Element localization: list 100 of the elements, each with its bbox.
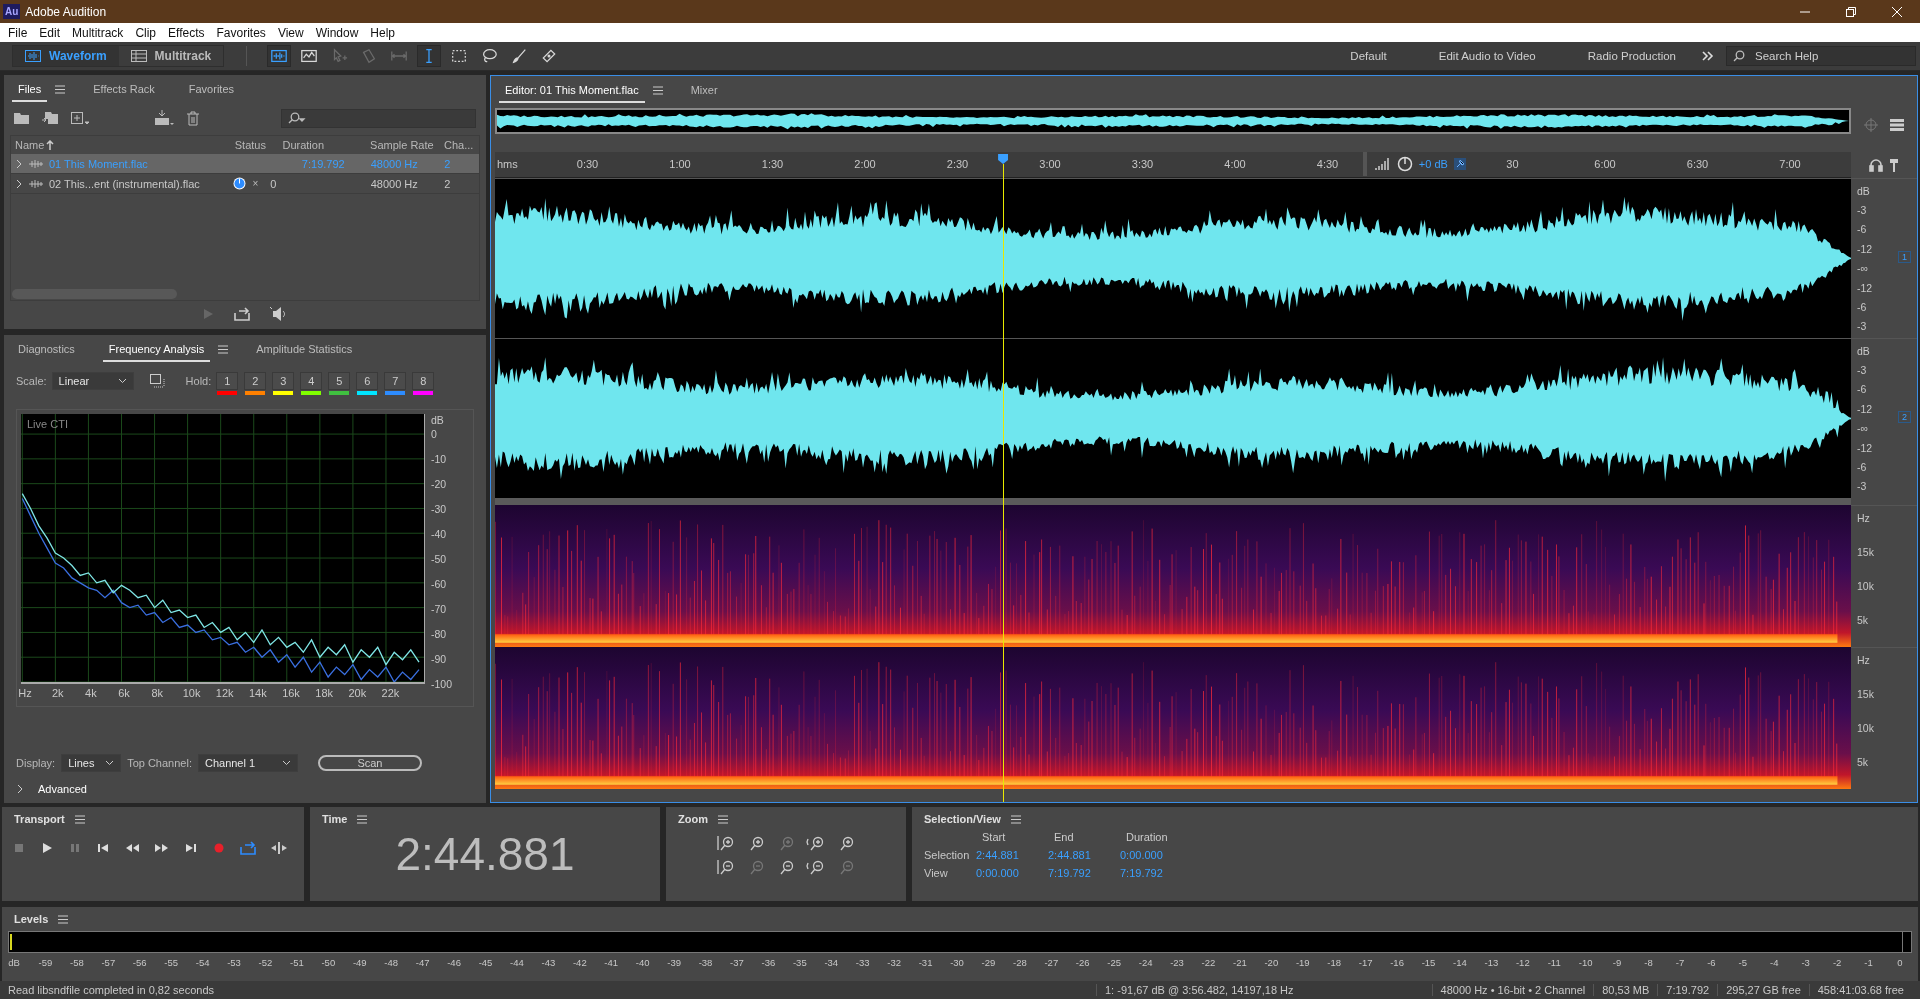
overview-waveform[interactable]	[495, 108, 1851, 134]
new-file-icon[interactable]	[70, 111, 90, 125]
menu-item[interactable]: File	[2, 23, 34, 42]
time-value-field[interactable]: 7:19.792	[1048, 867, 1120, 879]
pin-icon[interactable]	[1453, 158, 1466, 170]
column-header[interactable]: Sample Rate	[366, 139, 440, 151]
meter-label: -15	[1421, 957, 1436, 968]
panel-tab[interactable]: Editor: 01 This Moment.flac	[499, 77, 645, 103]
loop-icon[interactable]	[240, 841, 256, 855]
skip-forward-icon[interactable]	[184, 841, 198, 855]
pin-icon[interactable]	[1889, 158, 1899, 172]
menu-item[interactable]: Multitrack	[66, 23, 130, 42]
menu-item[interactable]: Window	[309, 23, 365, 42]
menu-icon[interactable]	[357, 814, 368, 824]
menu-icon[interactable]	[55, 84, 66, 94]
mode-button[interactable]: Multitrack	[118, 46, 224, 66]
skip-icon[interactable]	[270, 841, 288, 855]
waveform-drawing[interactable]	[495, 179, 1851, 338]
trash-icon[interactable]	[186, 110, 200, 126]
workspace-tab[interactable]: Edit Audio to Video	[1412, 50, 1562, 62]
menu-item[interactable]: Effects	[162, 23, 211, 42]
scale-dropdown[interactable]: Linear	[51, 372, 134, 390]
chevron-down-icon	[117, 378, 127, 384]
mode-button[interactable]: Waveform	[13, 46, 119, 66]
waveform-drawing[interactable]	[495, 339, 1851, 498]
time-value-field[interactable]: 2:44.881	[976, 849, 1048, 861]
menu-icon[interactable]	[74, 814, 85, 824]
ruler-label: 4:00	[1224, 158, 1246, 170]
menu-icon[interactable]	[1010, 814, 1021, 824]
panel-tab[interactable]: Favorites	[182, 76, 241, 102]
import-icon[interactable]	[42, 111, 58, 125]
scrollbar[interactable]	[12, 289, 177, 299]
close-icon[interactable]	[1891, 5, 1903, 18]
file-search-field[interactable]	[281, 108, 476, 128]
meter-label: -59	[38, 957, 53, 968]
time-value-field[interactable]: 0:00.000	[1120, 849, 1192, 861]
menu-icon[interactable]	[218, 344, 229, 354]
file-row[interactable]: 02 This...ent (instrumental).flac × 0 48000 Hz 2	[11, 174, 479, 194]
menu-icon[interactable]	[58, 914, 69, 924]
menu-item[interactable]: Edit	[33, 23, 67, 42]
loop-icon[interactable]	[234, 307, 250, 321]
time-value-field[interactable]: 7:19.792	[1120, 867, 1192, 879]
menu-item[interactable]: View	[271, 23, 310, 42]
workspace-tab[interactable]: Radio Production	[1561, 50, 1702, 62]
chevron-right-icon	[16, 784, 24, 794]
menu-item[interactable]: Favorites	[210, 23, 272, 42]
list-icon[interactable]	[1890, 119, 1905, 131]
menu-icon[interactable]	[652, 85, 663, 95]
time-value-field[interactable]: 0:00.000	[976, 867, 1048, 879]
panel-tab[interactable]: Effects Rack	[87, 76, 161, 102]
menu-icon[interactable]	[717, 814, 728, 824]
skip-back-icon[interactable]	[96, 841, 110, 855]
playhead-handle[interactable]	[998, 154, 1009, 164]
column-header[interactable]: Duration	[278, 139, 367, 151]
time-value-field[interactable]: 2:44.881	[1048, 849, 1120, 861]
meter-label: -17	[1358, 957, 1373, 968]
frequency-label: 15k	[1857, 688, 1875, 700]
amplitude-label: -∞	[1857, 422, 1869, 435]
cancel-mark[interactable]: ×	[252, 178, 259, 189]
gain-knob-icon[interactable]	[1396, 156, 1413, 172]
spectrogram-drawing[interactable]	[495, 647, 1851, 789]
play-icon[interactable]	[40, 841, 54, 855]
gain-value[interactable]: +0 dB	[1418, 158, 1448, 170]
meter-label: -22	[1201, 957, 1216, 968]
column-header[interactable]: Cha...	[440, 139, 479, 151]
column-header[interactable]: Status	[230, 139, 279, 151]
copy-icon[interactable]	[148, 373, 165, 389]
display-label: Display:	[16, 757, 56, 769]
open-folder-icon[interactable]	[14, 111, 30, 125]
search-field[interactable]: Search Help	[1726, 46, 1916, 66]
menu-item[interactable]: Clip	[129, 23, 163, 42]
panel-tab[interactable]: Diagnostics	[12, 336, 81, 362]
ruler-label: 30	[1506, 158, 1519, 170]
advanced-toggle[interactable]: Advanced	[4, 781, 486, 803]
top-channel-dropdown[interactable]: Channel 1	[197, 754, 298, 772]
spectrogram-drawing[interactable]	[495, 505, 1851, 647]
column-header[interactable]: Name	[15, 139, 45, 151]
channel-badge[interactable]: 1	[1898, 251, 1911, 263]
channel-badge[interactable]: 2	[1898, 411, 1911, 423]
double-chevron-icon[interactable]	[1702, 51, 1714, 61]
axis-label: 22k	[381, 687, 400, 699]
expand-chevron-icon[interactable]	[15, 158, 23, 169]
expand-chevron-icon[interactable]	[15, 178, 23, 189]
scan-button[interactable]: Scan	[317, 755, 422, 771]
panel-tab[interactable]: Files	[12, 76, 48, 102]
insert-icon[interactable]	[154, 110, 174, 126]
headphones-icon[interactable]	[1869, 158, 1883, 172]
fast-forward-icon[interactable]	[154, 841, 170, 855]
restore-icon[interactable]	[1845, 5, 1857, 18]
panel-tab[interactable]: Mixer	[684, 77, 724, 103]
rewind-icon[interactable]	[124, 841, 140, 855]
amplitude-label: dB	[1857, 184, 1871, 197]
meter-label: -46	[447, 957, 461, 968]
display-dropdown[interactable]: Lines	[61, 754, 122, 772]
menu-item[interactable]: Help	[364, 23, 402, 42]
panel-tab[interactable]: Amplitude Statistics	[250, 336, 359, 362]
speaker-icon[interactable]	[270, 307, 288, 321]
workspace-tab[interactable]: Default	[1324, 50, 1413, 62]
panel-tab[interactable]: Frequency Analysis	[102, 336, 211, 362]
axis-label: Hz	[18, 687, 32, 699]
